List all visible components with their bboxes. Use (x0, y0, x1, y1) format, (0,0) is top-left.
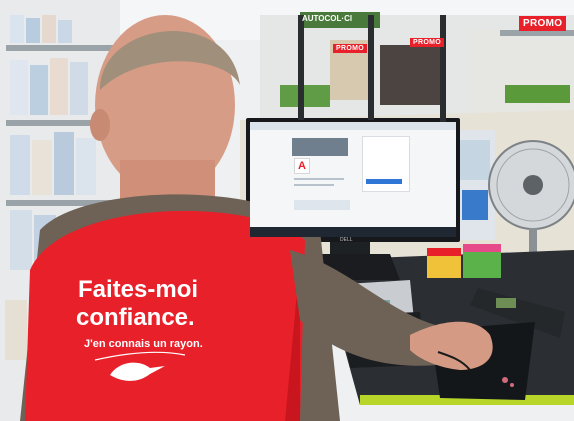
promo-sign: PROMO (519, 16, 567, 31)
monitor-screen: A (250, 122, 456, 237)
login-button (366, 179, 402, 184)
brand-logo-icon: A (294, 158, 310, 174)
vest-tagline: J'en connais un rayon. (84, 338, 203, 350)
content-block (294, 200, 350, 210)
aisle-sign: AUTOCOL·Cl (302, 14, 353, 23)
text-line (294, 184, 334, 186)
text-line (294, 178, 344, 180)
browser-bar (250, 122, 456, 130)
promo-sign: PROMO (410, 38, 444, 47)
vest-slogan-line2: confiance. (76, 304, 195, 331)
monitor-brand: DELL (340, 237, 353, 243)
vest-slogan-line1: Faites-moi (78, 276, 199, 303)
page-banner-image (292, 138, 348, 156)
store-photo: PROMO PROMO PROMO AUTOCOL·Cl A DELL Fait… (0, 0, 574, 421)
promo-sign: PROMO (333, 44, 367, 53)
taskbar (250, 227, 456, 237)
